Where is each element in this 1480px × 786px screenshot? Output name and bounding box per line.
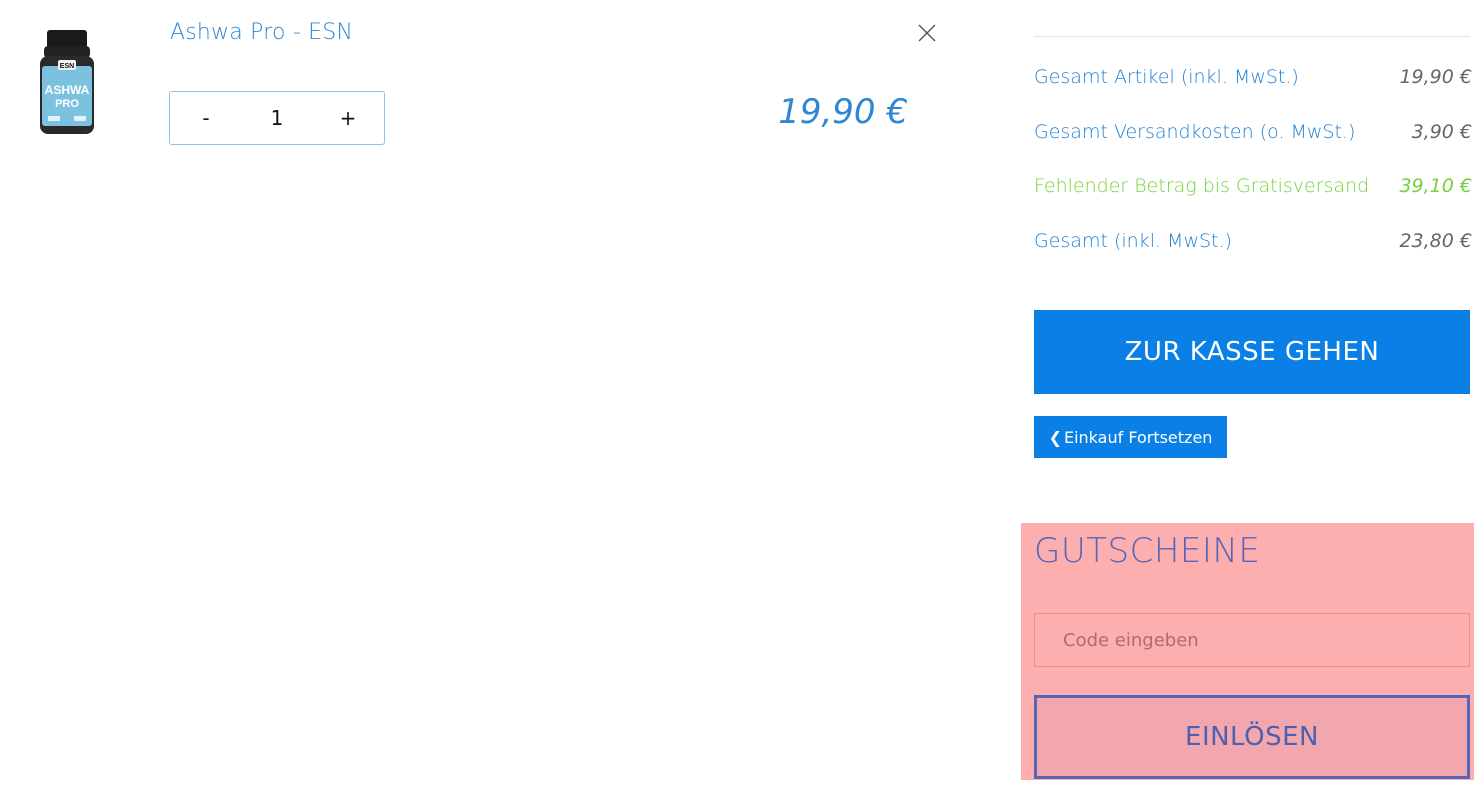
checkout-button[interactable]: ZUR KASSE GEHEN: [1034, 310, 1470, 394]
product-jar-icon: ESN ASHWA PRO: [40, 30, 94, 134]
summary-label: Fehlender Betrag bis Gratisversand: [1034, 175, 1370, 197]
voucher-panel: GUTSCHEINE EINLÖSEN: [1021, 523, 1474, 780]
summary-row-items-total: Gesamt Artikel (inkl. MwSt.) 19,90 €: [1034, 62, 1472, 92]
svg-text:ESN: ESN: [60, 63, 74, 70]
summary-value: 23,80 €: [1399, 230, 1472, 252]
chevron-left-icon: ❮: [1048, 427, 1062, 447]
svg-text:ASHWA: ASHWA: [45, 83, 90, 97]
line-item-price: 19,90 €: [778, 92, 908, 132]
voucher-title: GUTSCHEINE: [1034, 531, 1261, 571]
summary-label: Gesamt Versandkosten (o. MwSt.): [1034, 121, 1356, 143]
summary-row-free-shipping-remaining: Fehlender Betrag bis Gratisversand 39,10…: [1034, 171, 1472, 201]
continue-shopping-label: Einkauf Fortsetzen: [1063, 427, 1213, 447]
continue-shopping-button[interactable]: ❮ Einkauf Fortsetzen: [1034, 416, 1227, 458]
decrement-button[interactable]: -: [170, 92, 242, 144]
summary-label: Gesamt (inkl. MwSt.): [1034, 230, 1232, 252]
quantity-stepper: - 1 +: [169, 91, 385, 145]
summary-value: 19,90 €: [1399, 66, 1472, 88]
summary-value: 39,10 €: [1399, 175, 1472, 197]
summary-divider: [1034, 36, 1470, 37]
summary-value: 3,90 €: [1411, 121, 1472, 143]
redeem-button[interactable]: EINLÖSEN: [1034, 695, 1470, 779]
quantity-value[interactable]: 1: [242, 106, 312, 130]
svg-text:PRO: PRO: [55, 98, 79, 110]
increment-button[interactable]: +: [312, 92, 384, 144]
summary-row-shipping: Gesamt Versandkosten (o. MwSt.) 3,90 €: [1034, 117, 1472, 147]
remove-item-button[interactable]: [914, 20, 940, 46]
close-icon: [918, 24, 936, 42]
voucher-code-input[interactable]: [1034, 613, 1470, 667]
summary-label: Gesamt Artikel (inkl. MwSt.): [1034, 66, 1299, 88]
product-image[interactable]: ESN ASHWA PRO: [34, 26, 100, 138]
product-name-link[interactable]: Ashwa Pro - ESN: [170, 20, 353, 45]
summary-row-grand-total: Gesamt (inkl. MwSt.) 23,80 €: [1034, 226, 1472, 256]
